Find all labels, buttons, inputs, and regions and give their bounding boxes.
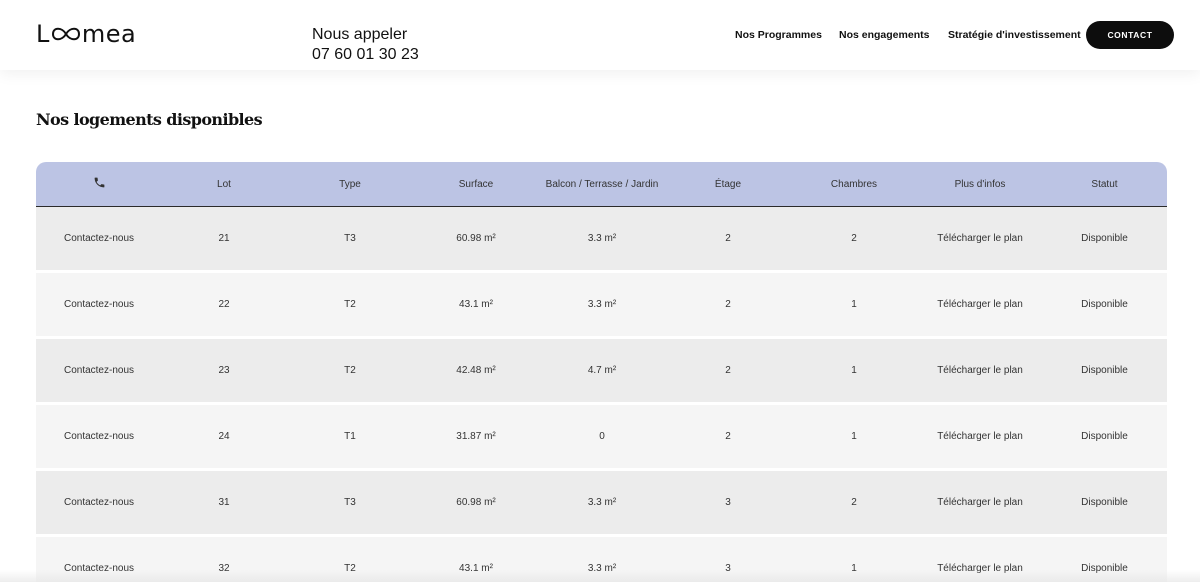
cell-bedrooms: 2 (851, 497, 857, 508)
nav-item-programmes[interactable]: Nos Programmes (735, 29, 822, 41)
table-row: Contactez-nous 22 T2 43.1 m² 3.3 m² 2 1 … (36, 273, 1167, 336)
column-header-floor: Étage (714, 178, 742, 190)
contact-link[interactable]: Contactez-nous (36, 299, 162, 310)
table-row: Contactez-nous 21 T3 60.98 m² 3.3 m² 2 2… (36, 207, 1167, 270)
table-header: Lot Type Surface Balcon / Terrasse / Jar… (36, 162, 1167, 207)
cell-lot: 21 (218, 233, 230, 244)
phone-number[interactable]: 07 60 01 30 23 (312, 46, 419, 64)
cell-exterior: 3.3 m² (587, 299, 617, 310)
cell-type: T2 (344, 299, 356, 310)
cell-floor: 3 (725, 497, 731, 508)
download-plan-link[interactable]: Télécharger le plan (918, 497, 1042, 508)
cell-type: T3 (344, 233, 356, 244)
cell-lot: 31 (218, 497, 230, 508)
table-header-phone (36, 176, 162, 192)
column-header-status: Statut (1091, 178, 1118, 190)
cell-floor: 2 (725, 299, 731, 310)
cell-status: Disponible (1081, 233, 1128, 244)
infinity-logo-icon (51, 27, 80, 41)
nav-item-strategie[interactable]: Stratégie d'investissement (948, 29, 1081, 41)
phone-icon (94, 177, 104, 188)
column-header-surface: Surface (458, 178, 494, 190)
cell-surface: 60.98 m² (456, 497, 496, 508)
cell-floor: 2 (725, 431, 731, 442)
contact-link[interactable]: Contactez-nous (36, 497, 162, 508)
contact-button[interactable]: CONTACT (1086, 21, 1174, 49)
cell-type: T3 (344, 497, 356, 508)
column-header-lot: Lot (217, 178, 231, 190)
cell-bedrooms: 1 (851, 431, 857, 442)
housing-table: Lot Type Surface Balcon / Terrasse / Jar… (36, 162, 1167, 582)
cell-bedrooms: 1 (851, 365, 857, 376)
cell-status: Disponible (1081, 497, 1128, 508)
phone-label: Nous appeler (312, 26, 408, 43)
cell-status: Disponible (1081, 365, 1128, 376)
download-plan-link[interactable]: Télécharger le plan (918, 431, 1042, 442)
cell-bedrooms: 2 (851, 233, 857, 244)
cell-surface: 42.48 m² (456, 365, 496, 376)
table-row: Contactez-nous 31 T3 60.98 m² 3.3 m² 3 2… (36, 471, 1167, 534)
logo-text: mea (81, 20, 137, 48)
column-header-exterior: Balcon / Terrasse / Jardin (545, 178, 659, 190)
cell-status: Disponible (1081, 431, 1128, 442)
cell-exterior: 3.3 m² (587, 233, 617, 244)
cell-lot: 22 (218, 299, 230, 310)
download-plan-link[interactable]: Télécharger le plan (918, 365, 1042, 376)
contact-link[interactable]: Contactez-nous (36, 365, 162, 376)
cell-lot: 24 (218, 431, 230, 442)
column-header-type: Type (339, 178, 361, 190)
cell-type: T2 (344, 365, 356, 376)
cell-surface: 60.98 m² (456, 233, 496, 244)
contact-link[interactable]: Contactez-nous (36, 233, 162, 244)
cell-exterior: 3.3 m² (587, 497, 617, 508)
phone-block: Nous appeler 07 60 01 30 23 (312, 26, 419, 64)
logo[interactable]: L mea (36, 20, 136, 48)
cell-type: T1 (344, 431, 356, 442)
cell-bedrooms: 1 (851, 299, 857, 310)
cell-exterior: 4.7 m² (587, 365, 617, 376)
column-header-bedrooms: Chambres (830, 178, 878, 190)
section-title: Nos logements disponibles (36, 110, 263, 129)
table-row: Contactez-nous 23 T2 42.48 m² 4.7 m² 2 1… (36, 339, 1167, 402)
download-plan-link[interactable]: Télécharger le plan (918, 299, 1042, 310)
site-header: L mea Nous appeler 07 60 01 30 23 Nos Pr… (0, 0, 1200, 70)
cell-lot: 23 (218, 365, 230, 376)
contact-link[interactable]: Contactez-nous (36, 431, 162, 442)
logo-letter: L (36, 20, 50, 48)
cell-floor: 2 (725, 233, 731, 244)
cell-floor: 2 (725, 365, 731, 376)
cell-exterior: 0 (599, 431, 605, 442)
nav-item-engagements[interactable]: Nos engagements (839, 29, 929, 41)
table-row: Contactez-nous 24 T1 31.87 m² 0 2 1 Télé… (36, 405, 1167, 468)
column-header-info: Plus d'infos (954, 178, 1006, 190)
cell-surface: 43.1 m² (459, 299, 493, 310)
download-plan-link[interactable]: Télécharger le plan (918, 233, 1042, 244)
cell-status: Disponible (1081, 299, 1128, 310)
cell-surface: 31.87 m² (456, 431, 496, 442)
bottom-fade (0, 570, 1200, 582)
